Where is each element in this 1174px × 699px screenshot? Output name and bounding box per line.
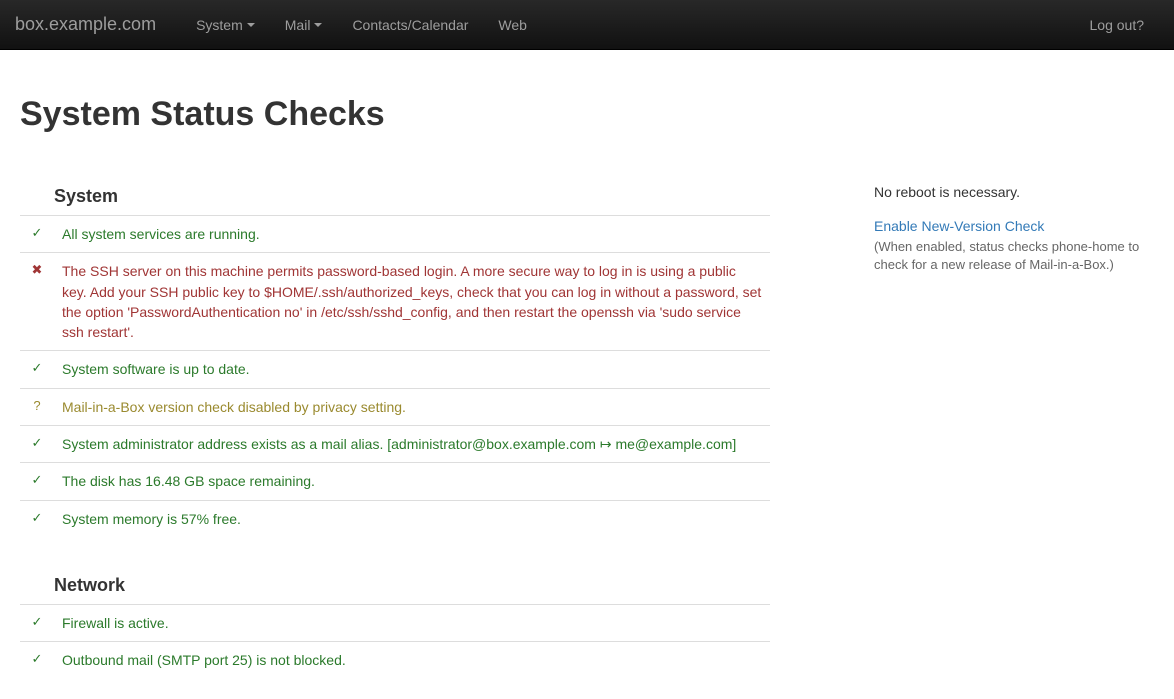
navbar: box.example.com System Mail Contacts/Cal… xyxy=(0,0,1174,50)
status-row: ✓ The disk has 16.48 GB space remaining. xyxy=(20,463,770,500)
status-text: System software is up to date. xyxy=(54,351,770,388)
nav-mail-label: Mail xyxy=(285,17,311,33)
check-warning-icon: ? xyxy=(20,388,54,425)
page-container: System Status Checks System ✓ All system… xyxy=(0,50,1174,699)
check-ok-icon: ✓ xyxy=(20,500,54,537)
status-text: The SSH server on this machine permits p… xyxy=(54,253,770,351)
status-row: ✖ The SSH server on this machine permits… xyxy=(20,253,770,351)
layout: System ✓ All system services are running… xyxy=(20,174,1154,679)
status-text: System administrator address exists as a… xyxy=(54,426,770,463)
enable-version-check-note: (When enabled, status checks phone-home … xyxy=(874,238,1154,274)
status-row: ✓ System software is up to date. xyxy=(20,351,770,388)
status-text: Firewall is active. xyxy=(54,604,770,641)
logout-link[interactable]: Log out? xyxy=(1075,2,1160,48)
status-text: All system services are running. xyxy=(54,216,770,253)
section-header-system: System xyxy=(20,174,770,216)
status-row: ✓ All system services are running. xyxy=(20,216,770,253)
enable-version-check-link[interactable]: Enable New-Version Check xyxy=(874,218,1044,234)
nav-contacts-link[interactable]: Contacts/Calendar xyxy=(337,2,483,48)
section-header-network: Network xyxy=(20,537,770,605)
status-row: ✓ System administrator address exists as… xyxy=(20,426,770,463)
check-ok-icon: ✓ xyxy=(20,604,54,641)
status-table: System ✓ All system services are running… xyxy=(20,174,770,679)
sidebar-column: No reboot is necessary. Enable New-Versi… xyxy=(874,174,1154,679)
status-text: Mail-in-a-Box version check disabled by … xyxy=(54,388,770,425)
section-header-label: Network xyxy=(20,537,770,605)
status-text: System memory is 57% free. xyxy=(54,500,770,537)
status-row: ✓ Outbound mail (SMTP port 25) is not bl… xyxy=(20,642,770,679)
caret-down-icon xyxy=(314,23,322,27)
caret-down-icon xyxy=(247,23,255,27)
nav-system-label: System xyxy=(196,17,243,33)
page-title: System Status Checks xyxy=(20,95,1154,134)
check-ok-icon: ✓ xyxy=(20,351,54,388)
check-ok-icon: ✓ xyxy=(20,642,54,679)
check-error-icon: ✖ xyxy=(20,253,54,351)
status-row: ? Mail-in-a-Box version check disabled b… xyxy=(20,388,770,425)
nav-mail-dropdown[interactable]: Mail xyxy=(270,2,338,48)
section-header-label: System xyxy=(20,174,770,216)
nav-web-link[interactable]: Web xyxy=(483,2,542,48)
nav-system-dropdown[interactable]: System xyxy=(181,2,270,48)
status-row: ✓ System memory is 57% free. xyxy=(20,500,770,537)
status-text: Outbound mail (SMTP port 25) is not bloc… xyxy=(54,642,770,679)
status-text: The disk has 16.48 GB space remaining. xyxy=(54,463,770,500)
status-row: ✓ Firewall is active. xyxy=(20,604,770,641)
check-ok-icon: ✓ xyxy=(20,426,54,463)
status-checks-column: System ✓ All system services are running… xyxy=(20,174,770,679)
navbar-brand[interactable]: box.example.com xyxy=(15,14,171,35)
check-ok-icon: ✓ xyxy=(20,463,54,500)
check-ok-icon: ✓ xyxy=(20,216,54,253)
reboot-status-text: No reboot is necessary. xyxy=(874,184,1154,200)
